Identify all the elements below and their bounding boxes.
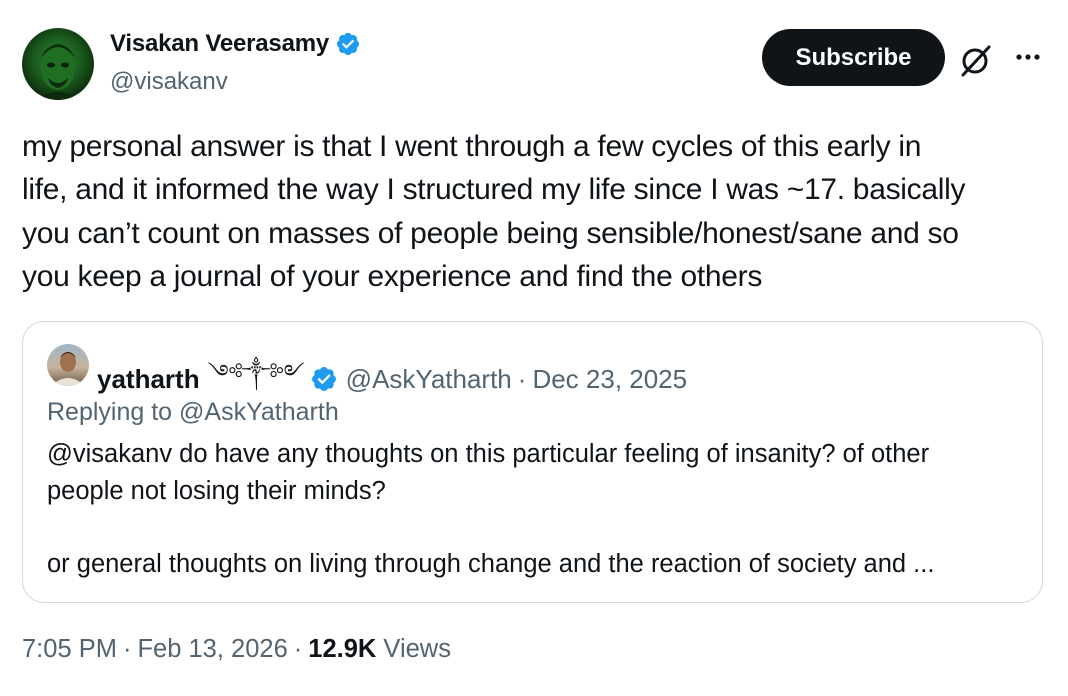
quoted-tweet-text: @visakanv do have any thoughts on this p… — [47, 440, 935, 578]
quoted-author-name[interactable]: yatharth — [97, 364, 200, 395]
author-handle[interactable]: @visakanv — [110, 68, 228, 96]
quoted-tweet-date[interactable]: Dec 23, 2025 — [532, 364, 687, 395]
quoted-author-avatar[interactable] — [47, 344, 89, 386]
grok-icon[interactable] — [958, 42, 994, 78]
author-avatar[interactable] — [22, 28, 94, 100]
quoted-replying-to: Replying to @AskYatharth — [47, 398, 339, 426]
tweet-container: Visakan Veerasamy @visakanv Subscribe my… — [0, 0, 1068, 696]
quoted-verified-badge-icon — [310, 365, 338, 393]
subscribe-button[interactable]: Subscribe — [762, 29, 945, 86]
more-options-icon[interactable] — [1010, 42, 1046, 72]
views-label[interactable]: Views — [383, 635, 451, 663]
author-name-row[interactable]: Visakan Veerasamy — [110, 30, 361, 58]
quoted-author-handle[interactable]: @AskYatharth — [346, 364, 512, 395]
quoted-header-separator: · — [517, 363, 527, 394]
meta-separator: · — [293, 635, 303, 663]
quoted-tweet-card[interactable]: yatharth ༺༒༻ @AskYatharth · Dec 23, 2025… — [22, 321, 1043, 603]
author-name[interactable]: Visakan Veerasamy — [110, 30, 329, 58]
tweet-date[interactable]: Feb 13, 2026 — [137, 635, 287, 663]
meta-separator: · — [122, 635, 132, 663]
tweet-meta: 7:05 PM · Feb 13, 2026 · 12.9K Views — [22, 635, 451, 664]
views-count[interactable]: 12.9K — [308, 635, 376, 663]
tweet-time[interactable]: 7:05 PM — [22, 635, 117, 663]
tweet-text: my personal answer is that I went throug… — [22, 130, 966, 293]
verified-badge-icon[interactable] — [335, 31, 361, 57]
